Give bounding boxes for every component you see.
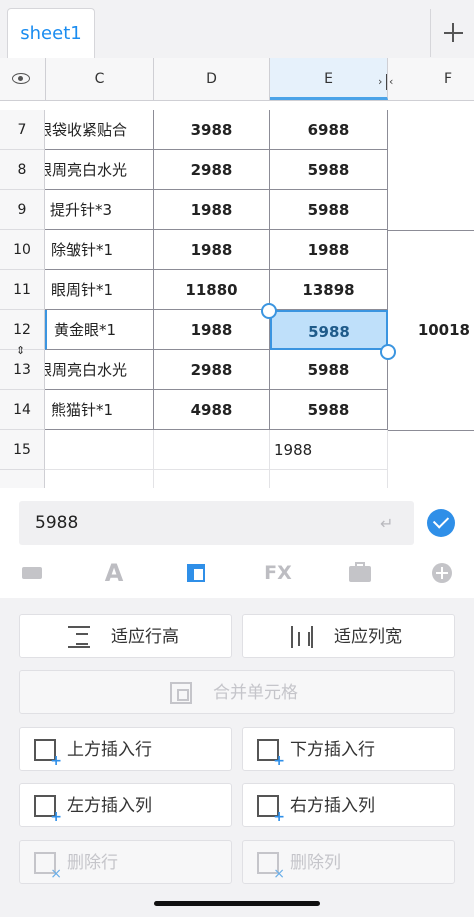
merge-cells-button[interactable]: 合并单元格 xyxy=(19,670,455,714)
cell-c[interactable]: 眼周针*1 xyxy=(45,270,154,310)
layout-icon[interactable] xyxy=(178,555,214,591)
function-icon[interactable]: FX xyxy=(260,555,296,591)
insert-column-right-icon xyxy=(257,795,285,825)
cell-c[interactable]: 除皱针*1 xyxy=(45,230,154,270)
table-row: 15 1988 xyxy=(0,430,474,470)
insert-column-right-button[interactable]: 右方插入列 xyxy=(242,783,455,827)
insert-row-above-icon xyxy=(34,739,62,769)
table-row xyxy=(0,470,474,488)
cell-e[interactable]: 1988 xyxy=(270,430,388,470)
row-number[interactable]: 8 xyxy=(0,150,45,190)
toolbar: A FX xyxy=(0,555,474,591)
toolbox-icon[interactable] xyxy=(342,555,378,591)
fit-column-width-button[interactable]: 适应列宽 xyxy=(242,614,455,658)
cell-d[interactable]: 2988 xyxy=(154,350,270,390)
cell-d[interactable]: 1988 xyxy=(154,230,270,270)
cell-c[interactable]: 眼袋收紧贴合 xyxy=(45,110,154,150)
delete-row-button[interactable]: 删除行 xyxy=(19,840,232,884)
delete-column-button[interactable]: 删除列 xyxy=(242,840,455,884)
cell-d[interactable]: 4988 xyxy=(154,390,270,430)
cell-c[interactable] xyxy=(45,470,154,488)
column-header-f[interactable]: F xyxy=(388,58,474,100)
column-resize-icon[interactable]: › ‹ xyxy=(378,74,396,90)
selection-handle-bottom[interactable] xyxy=(380,344,396,360)
row-number[interactable]: 15 xyxy=(0,430,45,470)
row-resize-icon[interactable]: ⇕ xyxy=(16,344,25,357)
row-number[interactable]: 10 xyxy=(0,230,45,270)
column-header-c[interactable]: C xyxy=(45,58,154,100)
insert-row-above-button[interactable]: 上方插入行 xyxy=(19,727,232,771)
eye-icon xyxy=(12,73,30,84)
font-style-icon[interactable]: A xyxy=(96,555,132,591)
keyboard-icon[interactable] xyxy=(14,555,50,591)
cell-e[interactable] xyxy=(270,470,388,488)
table-row: 9 提升针*3 1988 5988 xyxy=(0,190,474,230)
cell-d[interactable]: 2988 xyxy=(154,150,270,190)
delete-row-icon xyxy=(34,852,62,882)
row-number[interactable]: 14 xyxy=(0,390,45,430)
selected-cell-e12[interactable]: 5988 xyxy=(270,310,388,350)
merge-cells-icon xyxy=(170,682,192,704)
row-number[interactable]: 11 xyxy=(0,270,45,310)
row-number[interactable]: 7 xyxy=(0,110,45,150)
layout-action-panel: 适应行高 适应列宽 合并单元格 上方插入行 下方插入行 左方插入列 右方插入列 … xyxy=(0,598,474,888)
sheet-tab-bar: sheet1 xyxy=(0,0,474,59)
visibility-toggle[interactable] xyxy=(0,58,46,100)
delete-column-icon xyxy=(257,852,285,882)
cell-d[interactable]: 3988 xyxy=(154,110,270,150)
table-row: 12 黄金眼*1 1988 5988 10018 xyxy=(0,310,474,350)
tab-sheet1[interactable]: sheet1 xyxy=(7,8,95,59)
table-row: 10 除皱针*1 1988 1988 xyxy=(0,230,474,270)
cell-e[interactable]: 6988 xyxy=(270,110,388,150)
cell-f[interactable] xyxy=(388,230,474,270)
table-row: 8 眼周亮白水光 2988 5988 xyxy=(0,150,474,190)
cell-c[interactable] xyxy=(45,430,154,470)
cell-c[interactable]: 眼周亮白水光 xyxy=(45,150,154,190)
spreadsheet-grid[interactable]: C D E F › ‹ 7 眼袋收紧贴合 3988 6988 8 眼周亮白水光 2… xyxy=(0,58,474,488)
table-row: 13 眼周亮白水光 2988 5988 xyxy=(0,350,474,390)
home-indicator xyxy=(154,901,320,906)
row-number[interactable]: 9 xyxy=(0,190,45,230)
cell-e[interactable]: 5988 xyxy=(270,390,388,430)
cell-f[interactable]: 10018 xyxy=(388,310,474,350)
enter-icon[interactable]: ↵ xyxy=(380,514,398,533)
row-number[interactable] xyxy=(0,470,45,488)
selection-handle-top[interactable] xyxy=(261,303,277,319)
insert-column-left-icon xyxy=(34,795,62,825)
cell-c[interactable]: 熊猫针*1 xyxy=(45,390,154,430)
column-width-icon xyxy=(291,626,313,648)
column-header-row: C D E F › ‹ xyxy=(0,58,474,101)
cell-d[interactable]: 11880 xyxy=(154,270,270,310)
cell-c[interactable]: 黄金眼*1 xyxy=(45,310,154,350)
cell-e[interactable]: 13898 xyxy=(270,270,388,310)
insert-row-below-button[interactable]: 下方插入行 xyxy=(242,727,455,771)
table-row: 14 熊猫针*1 4988 5988 xyxy=(0,390,474,431)
cell-d[interactable]: 1988 xyxy=(154,190,270,230)
cell-d[interactable] xyxy=(154,430,270,470)
insert-column-left-button[interactable]: 左方插入列 xyxy=(19,783,232,827)
cell-e[interactable]: 5988 xyxy=(270,350,388,390)
add-icon[interactable] xyxy=(424,555,460,591)
row-height-icon xyxy=(68,626,90,648)
cell-d[interactable]: 1988 xyxy=(154,310,270,350)
cell-value-text: 5988 xyxy=(35,513,79,533)
fit-row-height-button[interactable]: 适应行高 xyxy=(19,614,232,658)
cell-c[interactable]: 眼周亮白水光 xyxy=(45,350,154,390)
cell-c[interactable]: 提升针*3 xyxy=(45,190,154,230)
table-row: 11 眼周针*1 11880 13898 xyxy=(0,270,474,310)
cell-e[interactable]: 1988 xyxy=(270,230,388,270)
cell-d[interactable] xyxy=(154,470,270,488)
confirm-check-icon[interactable] xyxy=(427,509,455,537)
insert-row-below-icon xyxy=(257,739,285,769)
table-row: 7 眼袋收紧贴合 3988 6988 xyxy=(0,110,474,150)
cell-e[interactable]: 5988 xyxy=(270,190,388,230)
column-header-d[interactable]: D xyxy=(154,58,270,100)
column-header-e[interactable]: E xyxy=(270,58,388,100)
cell-e[interactable]: 5988 xyxy=(270,150,388,190)
add-sheet-icon[interactable] xyxy=(430,9,474,57)
